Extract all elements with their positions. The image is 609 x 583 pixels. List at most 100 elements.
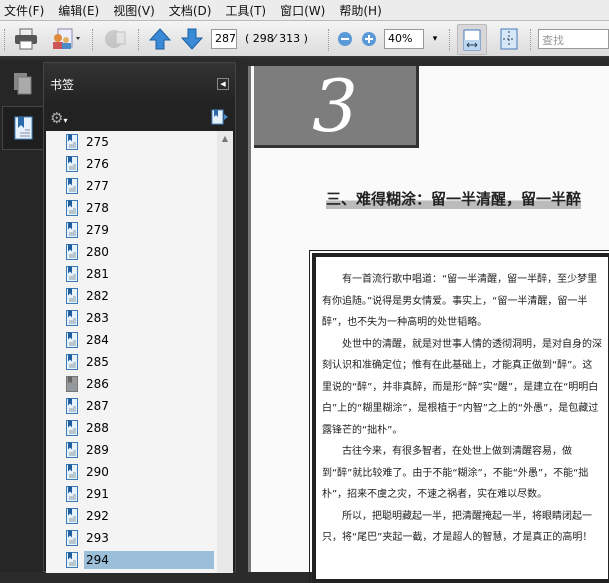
bookmarks-panel: 书签 ◀ ⚙▾ 275 276 277 278 279 280 281 282 283 284 28…: [43, 62, 236, 573]
arrow-up-icon: [149, 28, 171, 50]
bookmark-icon: [66, 310, 78, 326]
bookmarks-panel-button[interactable]: [2, 106, 44, 150]
bookmark-icon: [66, 376, 78, 392]
arrow-down-icon: [181, 28, 203, 50]
zoom-dropdown-button[interactable]: ▾: [428, 27, 442, 51]
toolbar-separator: [92, 29, 94, 51]
chevron-down-icon: ▾: [63, 116, 68, 125]
bookmark-item[interactable]: 278: [46, 197, 233, 219]
bookmark-item[interactable]: 283: [46, 307, 233, 329]
menu-window[interactable]: 窗口(W): [280, 2, 325, 19]
bookmark-label: 286: [86, 377, 109, 391]
chevron-down-icon: ▾: [432, 34, 438, 44]
document-page: 3 三、难得糊涂：留一半清醒，留一半醉 有一首流行歌中唱道：“留一半清醒，留一半…: [248, 64, 609, 583]
bookmark-icon: [66, 222, 78, 238]
bookmark-item[interactable]: 276: [46, 153, 233, 175]
toolbar-separator: [328, 29, 330, 51]
zoom-level-input[interactable]: 40%: [384, 29, 424, 49]
menu-tools[interactable]: 工具(T): [225, 2, 266, 19]
panel-header: 书签 ◀: [44, 63, 235, 105]
pages-icon: [14, 73, 32, 95]
bookmark-label: 291: [86, 487, 109, 501]
toolbar-grip: [4, 29, 6, 51]
bookmark-item[interactable]: 288: [46, 417, 233, 439]
bookmark-item[interactable]: 281: [46, 263, 233, 285]
page-number-input[interactable]: 287: [211, 29, 237, 49]
panel-title: 书签: [50, 77, 75, 92]
bookmark-item[interactable]: 282: [46, 285, 233, 307]
bookmark-label: 288: [86, 421, 109, 435]
menu-help[interactable]: 帮助(H): [339, 2, 381, 19]
fit-page-button[interactable]: [496, 27, 522, 51]
bookmark-item[interactable]: 287: [46, 395, 233, 417]
bookmark-icon: [66, 332, 78, 348]
bookmark-item[interactable]: 286: [46, 373, 233, 395]
bookmark-label: 279: [86, 223, 109, 237]
bookmark-icon: [66, 134, 78, 150]
bookmark-icon: [66, 420, 78, 436]
fit-width-icon: [463, 29, 481, 50]
print-button[interactable]: [12, 27, 40, 51]
bookmark-label: 283: [86, 311, 109, 325]
plus-circle-icon: [362, 32, 376, 46]
bookmark-item[interactable]: 280: [46, 241, 233, 263]
paragraph: 有一首流行歌中唱道：“留一半清醒，留一半醉，至少梦里有你追随。”说得是男女情爱。…: [322, 274, 598, 328]
menu-bar: 文件(F) 编辑(E) 视图(V) 文档(D) 工具(T) 窗口(W) 帮助(H…: [0, 0, 609, 20]
bookmark-item[interactable]: 277: [46, 175, 233, 197]
bookmark-item[interactable]: 285: [46, 351, 233, 373]
pages-panel-button[interactable]: [2, 62, 44, 106]
bookmark-label: 289: [86, 443, 109, 457]
panel-splitter[interactable]: [236, 60, 248, 572]
bookmark-label: 294: [84, 551, 214, 569]
zoom-out-button[interactable]: [336, 27, 354, 51]
bookmark-item[interactable]: 294: [46, 549, 233, 571]
toolbar: 287 ( 298⁄ 313 ) 40% ▾ 查找: [0, 20, 609, 58]
chapter-number-badge: 3: [254, 64, 419, 148]
menu-file[interactable]: 文件(F): [4, 2, 44, 19]
bookmark-label: 281: [86, 267, 109, 281]
bookmark-label: 278: [86, 201, 109, 215]
bookmark-item[interactable]: 284: [46, 329, 233, 351]
bookmark-label: 290: [86, 465, 109, 479]
bookmark-label: 292: [86, 509, 109, 523]
menu-view[interactable]: 视图(V): [113, 2, 155, 19]
bookmark-icon: [66, 354, 78, 370]
bookmark-icon: [66, 244, 78, 260]
bookmark-label: 285: [86, 355, 109, 369]
bookmark-icon: [66, 266, 78, 282]
toolbar-separator: [449, 29, 451, 51]
paragraph: 处世中的清醒，就是对世事人情的透彻洞明，是对自身的深刻认识和准确定位；惟有在此基…: [322, 338, 602, 436]
globe-icon: [105, 30, 126, 48]
printer-icon: [15, 28, 37, 50]
bookmark-icon: [66, 156, 78, 172]
bookmark-icon: [66, 464, 78, 480]
menu-document[interactable]: 文档(D): [169, 2, 212, 19]
bookmark-icon: [66, 288, 78, 304]
section-title: 三、难得糊涂：留一半清醒，留一半醉: [326, 188, 582, 209]
bookmark-item[interactable]: 279: [46, 219, 233, 241]
scrollbar[interactable]: ▲: [217, 131, 233, 573]
bookmark-item[interactable]: 291: [46, 483, 233, 505]
options-button[interactable]: ⚙▾: [50, 109, 67, 127]
collaborate-button[interactable]: [48, 27, 84, 51]
fit-width-button[interactable]: [457, 24, 487, 55]
bookmark-item[interactable]: 293: [46, 527, 233, 549]
bookmark-icon: [66, 178, 78, 194]
zoom-in-button[interactable]: [360, 27, 378, 51]
search-input[interactable]: 查找: [538, 29, 609, 49]
expand-bookmark-button[interactable]: [211, 109, 229, 128]
next-page-button[interactable]: [180, 27, 204, 51]
bookmark-item[interactable]: 289: [46, 439, 233, 461]
collapse-panel-button[interactable]: ◀: [217, 78, 229, 90]
bookmark-icon: [66, 200, 78, 216]
bookmark-item[interactable]: 290: [46, 461, 233, 483]
menu-edit[interactable]: 编辑(E): [58, 2, 99, 19]
bookmark-arrow-icon: [211, 109, 228, 124]
users-document-icon: [53, 28, 80, 49]
bookmark-item[interactable]: 292: [46, 505, 233, 527]
web-button[interactable]: [100, 27, 130, 51]
bookmark-item[interactable]: 275: [46, 131, 233, 153]
scroll-up-arrow[interactable]: ▲: [217, 131, 233, 143]
gear-icon: ⚙: [50, 109, 64, 127]
previous-page-button[interactable]: [148, 27, 172, 51]
